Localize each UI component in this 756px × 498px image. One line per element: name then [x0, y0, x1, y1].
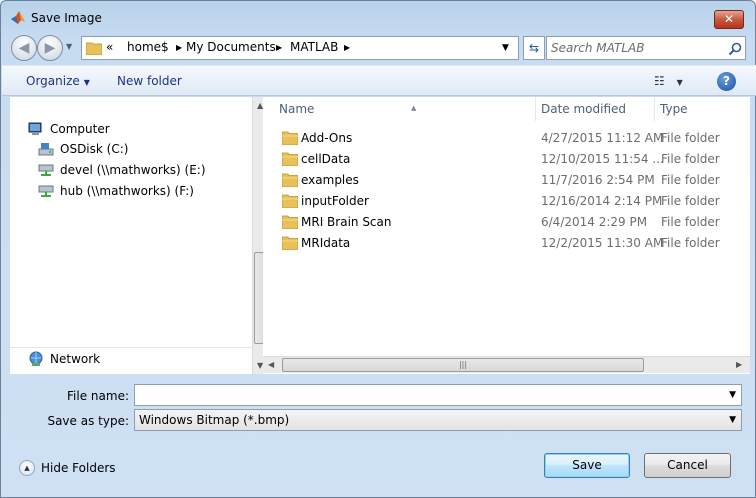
file-list-pane: Name ▲ Date modified Type Add-Ons 4/27/2…: [263, 97, 750, 374]
file-date: 6/4/2014 2:29 PM: [541, 215, 648, 229]
hide-folders-label: Hide Folders: [41, 461, 116, 475]
file-date: 4/27/2015 11:12 AM: [541, 131, 664, 145]
folder-icon: [86, 42, 102, 55]
network-drive-icon: [38, 164, 54, 176]
folder-icon: [282, 131, 298, 145]
folder-icon: [282, 194, 298, 208]
search-box[interactable]: [546, 36, 746, 60]
title-bar: Save Image ✕: [1, 1, 755, 31]
matlab-logo-icon: [11, 11, 25, 24]
file-name: cellData: [301, 152, 351, 166]
column-header-name[interactable]: Name ▲: [273, 97, 536, 121]
horizontal-scrollbar[interactable]: ◀ ||| ▶: [263, 356, 750, 373]
table-row[interactable]: inputFolder 12/16/2014 2:14 PM File fold…: [263, 191, 750, 212]
file-type: File folder: [661, 152, 720, 166]
save-button[interactable]: Save: [544, 453, 630, 478]
details-view-icon: ☷: [654, 74, 665, 88]
file-date: 12/10/2015 11:54 ...: [541, 152, 664, 166]
nav-item-label: devel (\\mathworks) (E:): [60, 163, 206, 177]
file-date: 12/16/2014 2:14 PM: [541, 194, 663, 208]
table-row[interactable]: cellData 12/10/2015 11:54 ... File folde…: [263, 149, 750, 170]
save-as-type-select[interactable]: Windows Bitmap (*.bmp) ▼: [134, 409, 742, 431]
file-type: File folder: [661, 236, 720, 250]
sort-ascending-icon: ▲: [411, 104, 417, 112]
search-input[interactable]: [551, 40, 719, 56]
file-date: 11/7/2016 2:54 PM: [541, 173, 655, 187]
back-button[interactable]: ◀: [11, 35, 37, 61]
change-view-button[interactable]: ☷ ▼: [654, 74, 683, 88]
save-image-dialog: Save Image ✕ ◀ ▶ ▼ « home$ ▶ My Document…: [0, 0, 756, 498]
chevron-right-icon[interactable]: ▶: [344, 43, 350, 52]
network-drive-icon: [38, 185, 54, 197]
file-name-field[interactable]: ▼: [134, 384, 742, 406]
table-row[interactable]: Add-Ons 4/27/2015 11:12 AM File folder: [263, 128, 750, 149]
scroll-left-arrow-icon[interactable]: ◀: [268, 360, 274, 369]
column-header-date[interactable]: Date modified: [535, 97, 655, 121]
divider: [10, 347, 252, 348]
file-type: File folder: [661, 194, 720, 208]
organize-label: Organize: [26, 74, 80, 88]
address-bar[interactable]: « home$ ▶ My Documents ▶ MATLAB ▶ ▼: [81, 36, 519, 60]
file-name: MRIdata: [301, 236, 351, 250]
breadcrumb-my-documents[interactable]: My Documents: [186, 40, 276, 54]
help-button[interactable]: ?: [717, 72, 736, 91]
scroll-right-arrow-icon[interactable]: ▶: [736, 360, 742, 369]
breadcrumb-home[interactable]: home$: [127, 40, 169, 54]
nav-item-label: Computer: [50, 122, 110, 136]
folder-icon: [282, 152, 298, 166]
table-row[interactable]: examples 11/7/2016 2:54 PM File folder: [263, 170, 750, 191]
file-name: inputFolder: [301, 194, 369, 208]
organize-button[interactable]: Organize ▼: [26, 74, 90, 88]
folder-icon: [282, 236, 298, 250]
collapse-icon: ▲: [19, 460, 35, 476]
navigation-pane: Computer OSDisk (C:) devel (\\mathworks)…: [10, 97, 269, 374]
column-header-type[interactable]: Type: [654, 97, 750, 121]
folder-icon: [282, 173, 298, 187]
chevron-right-icon[interactable]: ▶: [276, 43, 282, 52]
breadcrumb-overflow[interactable]: «: [106, 40, 113, 54]
recent-locations-dropdown[interactable]: ▼: [66, 42, 72, 51]
folder-icon: [282, 215, 298, 229]
save-as-type-label: Save as type:: [47, 414, 129, 428]
chevron-down-icon[interactable]: ▼: [729, 390, 736, 400]
file-date: 12/2/2015 11:30 AM: [541, 236, 664, 250]
nav-item-label: OSDisk (C:): [60, 142, 129, 156]
file-type: File folder: [661, 173, 720, 187]
forward-button[interactable]: ▶: [37, 35, 63, 61]
refresh-button[interactable]: ⇆: [523, 36, 545, 60]
file-name: examples: [301, 173, 359, 187]
chevron-down-icon: ▼: [83, 78, 90, 87]
file-name: MRI Brain Scan: [301, 215, 392, 229]
search-icon[interactable]: [727, 41, 743, 57]
file-type: File folder: [661, 215, 720, 229]
navigation-bar: ◀ ▶ ▼ « home$ ▶ My Documents ▶ MATLAB ▶ …: [8, 34, 750, 62]
nav-item-label: hub (\\mathworks) (F:): [60, 184, 194, 198]
file-name-label: File name:: [67, 389, 129, 403]
scrollbar-thumb[interactable]: |||: [282, 358, 644, 372]
chevron-down-icon[interactable]: ▼: [502, 43, 509, 53]
chevron-down-icon: ▼: [676, 78, 683, 87]
column-header-label: Name: [279, 102, 315, 116]
new-folder-button[interactable]: New folder: [117, 74, 182, 88]
breadcrumb-matlab[interactable]: MATLAB: [290, 40, 338, 54]
command-toolbar: Organize ▼ New folder ☷ ▼ ?: [2, 65, 756, 96]
chevron-down-icon[interactable]: ▼: [729, 415, 736, 425]
nav-item-label: Network: [50, 352, 101, 366]
chevron-right-icon[interactable]: ▶: [176, 43, 182, 52]
file-name: Add-Ons: [301, 131, 353, 145]
network-icon: [29, 351, 43, 366]
drive-icon: [38, 143, 54, 156]
save-as-type-value: Windows Bitmap (*.bmp): [139, 413, 290, 427]
file-type: File folder: [661, 131, 720, 145]
cancel-button[interactable]: Cancel: [644, 453, 731, 478]
table-row[interactable]: MRIdata 12/2/2015 11:30 AM File folder: [263, 233, 750, 254]
window-title: Save Image: [31, 11, 102, 25]
computer-icon: [28, 122, 42, 135]
close-button[interactable]: ✕: [714, 10, 744, 29]
table-row[interactable]: MRI Brain Scan 6/4/2014 2:29 PM File fol…: [263, 212, 750, 233]
